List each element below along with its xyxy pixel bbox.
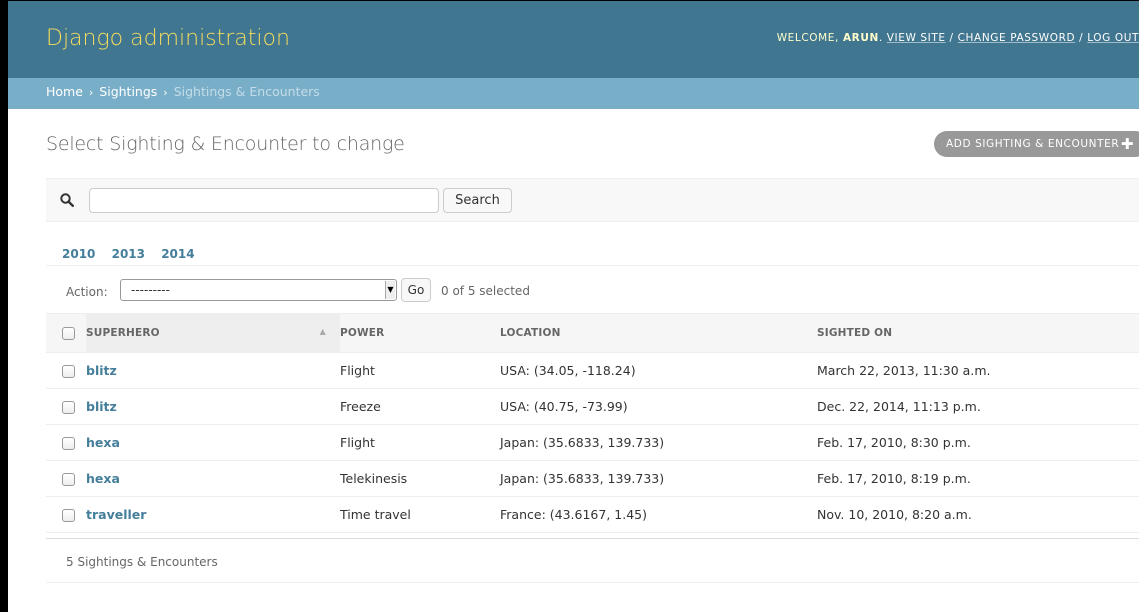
- power-cell: Flight: [340, 424, 500, 461]
- user-tools: WELCOME, ARUN. VIEW SITE / CHANGE PASSWO…: [776, 32, 1139, 44]
- sighted-on-cell: Feb. 17, 2010, 8:19 p.m.: [817, 460, 1139, 497]
- row-checkbox-cell: [46, 460, 86, 497]
- sighted-on-cell: March 22, 2013, 11:30 a.m.: [817, 352, 1139, 389]
- superhero-cell: blitz: [86, 388, 340, 425]
- breadcrumb-home[interactable]: Home: [46, 84, 83, 99]
- row-checkbox[interactable]: [62, 365, 75, 378]
- sort-ascending-icon[interactable]: ▲: [320, 327, 326, 336]
- search-input[interactable]: [89, 188, 439, 213]
- breadcrumb-separator: ›: [163, 86, 168, 99]
- welcome-text: WELCOME,: [776, 32, 839, 44]
- table-row: hexa Telekinesis Japan: (35.6833, 139.73…: [46, 460, 1139, 497]
- select-all-checkbox[interactable]: [62, 326, 75, 340]
- row-checkbox-cell: [46, 388, 86, 425]
- date-link-2013[interactable]: 2013: [112, 247, 145, 261]
- action-selected-option: ---------: [131, 283, 170, 297]
- breadcrumb-separator: ›: [88, 86, 94, 99]
- paginator: 5 Sightings & Encounters: [46, 538, 1139, 583]
- row-checkbox[interactable]: [62, 473, 75, 486]
- go-button[interactable]: Go: [401, 278, 431, 302]
- column-header-superhero[interactable]: SUPERHERO ▲: [86, 313, 340, 353]
- location-cell: USA: (34.05, -118.24): [500, 352, 817, 389]
- location-cell: Japan: (35.6833, 139.733): [500, 424, 817, 461]
- table-row: hexa Flight Japan: (35.6833, 139.733) Fe…: [46, 424, 1139, 461]
- action-select[interactable]: --------- ▼: [120, 279, 397, 301]
- row-checkbox-cell: [46, 496, 86, 533]
- search-icon: [60, 192, 75, 208]
- row-checkbox-cell: [46, 424, 86, 461]
- change-password-link[interactable]: CHANGE PASSWORD: [958, 32, 1076, 44]
- action-bar: Action: --------- ▼ Go 0 of 5 selected: [46, 265, 1139, 313]
- add-sighting-button[interactable]: ADD SIGHTING & ENCOUNTER ✚: [934, 131, 1139, 157]
- location-cell: USA: (40.75, -73.99): [500, 388, 817, 425]
- browser-frame: Django administration WELCOME, ARUN. VIE…: [0, 0, 1139, 612]
- results-table: SUPERHERO ▲ POWER LOCATION SIGHTED ON bli…: [46, 313, 1139, 533]
- logout-link[interactable]: LOG OUT: [1087, 32, 1139, 44]
- breadcrumb-app[interactable]: Sightings: [99, 84, 157, 99]
- dropdown-arrow-icon: ▼: [385, 281, 395, 299]
- select-all-cell: [46, 313, 86, 353]
- table-header-row: SUPERHERO ▲ POWER LOCATION SIGHTED ON: [46, 313, 1139, 353]
- table-row: blitz Flight USA: (34.05, -118.24) March…: [46, 352, 1139, 389]
- table-row: traveller Time travel France: (43.6167, …: [46, 496, 1139, 533]
- superhero-link[interactable]: blitz: [86, 399, 117, 414]
- column-header-sighted-on[interactable]: SIGHTED ON: [817, 313, 1139, 353]
- superhero-link[interactable]: hexa: [86, 435, 120, 450]
- row-checkbox[interactable]: [62, 437, 75, 450]
- table-row: blitz Freeze USA: (40.75, -73.99) Dec. 2…: [46, 388, 1139, 425]
- admin-header: Django administration WELCOME, ARUN. VIE…: [8, 1, 1139, 78]
- power-cell: Flight: [340, 352, 500, 389]
- superhero-link[interactable]: traveller: [86, 507, 146, 522]
- column-header-location[interactable]: LOCATION: [500, 313, 817, 353]
- search-button[interactable]: Search: [443, 188, 512, 213]
- plus-icon: ✚: [1120, 135, 1134, 153]
- row-checkbox-cell: [46, 352, 86, 389]
- power-cell: Time travel: [340, 496, 500, 533]
- sighted-on-cell: Feb. 17, 2010, 8:30 p.m.: [817, 424, 1139, 461]
- breadcrumb-current: Sightings & Encounters: [173, 84, 320, 99]
- row-checkbox[interactable]: [62, 401, 75, 414]
- page-title: Select Sighting & Encounter to change: [46, 133, 405, 155]
- add-button-label: ADD SIGHTING & ENCOUNTER: [946, 138, 1120, 150]
- date-link-2010[interactable]: 2010: [62, 247, 95, 261]
- power-cell: Freeze: [340, 388, 500, 425]
- selection-count: 0 of 5 selected: [441, 284, 530, 298]
- username: ARUN: [842, 32, 879, 44]
- superhero-link[interactable]: blitz: [86, 363, 117, 378]
- action-label: Action:: [66, 285, 108, 299]
- location-cell: France: (43.6167, 1.45): [500, 496, 817, 533]
- column-label: SUPERHERO: [86, 327, 160, 339]
- sighted-on-cell: Dec. 22, 2014, 11:13 p.m.: [817, 388, 1139, 425]
- column-header-power[interactable]: POWER: [340, 313, 500, 353]
- sighted-on-cell: Nov. 10, 2010, 8:20 a.m.: [817, 496, 1139, 533]
- superhero-cell: traveller: [86, 496, 340, 533]
- row-checkbox[interactable]: [62, 509, 75, 522]
- breadcrumb: Home › Sightings › Sightings & Encounter…: [8, 78, 1139, 109]
- location-cell: Japan: (35.6833, 139.733): [500, 460, 817, 497]
- search-toolbar: Search: [46, 178, 1139, 222]
- date-hierarchy: 2010 2013 2014: [62, 247, 207, 261]
- power-cell: Telekinesis: [340, 460, 500, 497]
- superhero-cell: blitz: [86, 352, 340, 389]
- site-branding[interactable]: Django administration: [46, 26, 290, 51]
- superhero-cell: hexa: [86, 460, 340, 497]
- date-link-2014[interactable]: 2014: [161, 247, 194, 261]
- superhero-link[interactable]: hexa: [86, 471, 120, 486]
- superhero-cell: hexa: [86, 424, 340, 461]
- view-site-link[interactable]: VIEW SITE: [887, 32, 946, 44]
